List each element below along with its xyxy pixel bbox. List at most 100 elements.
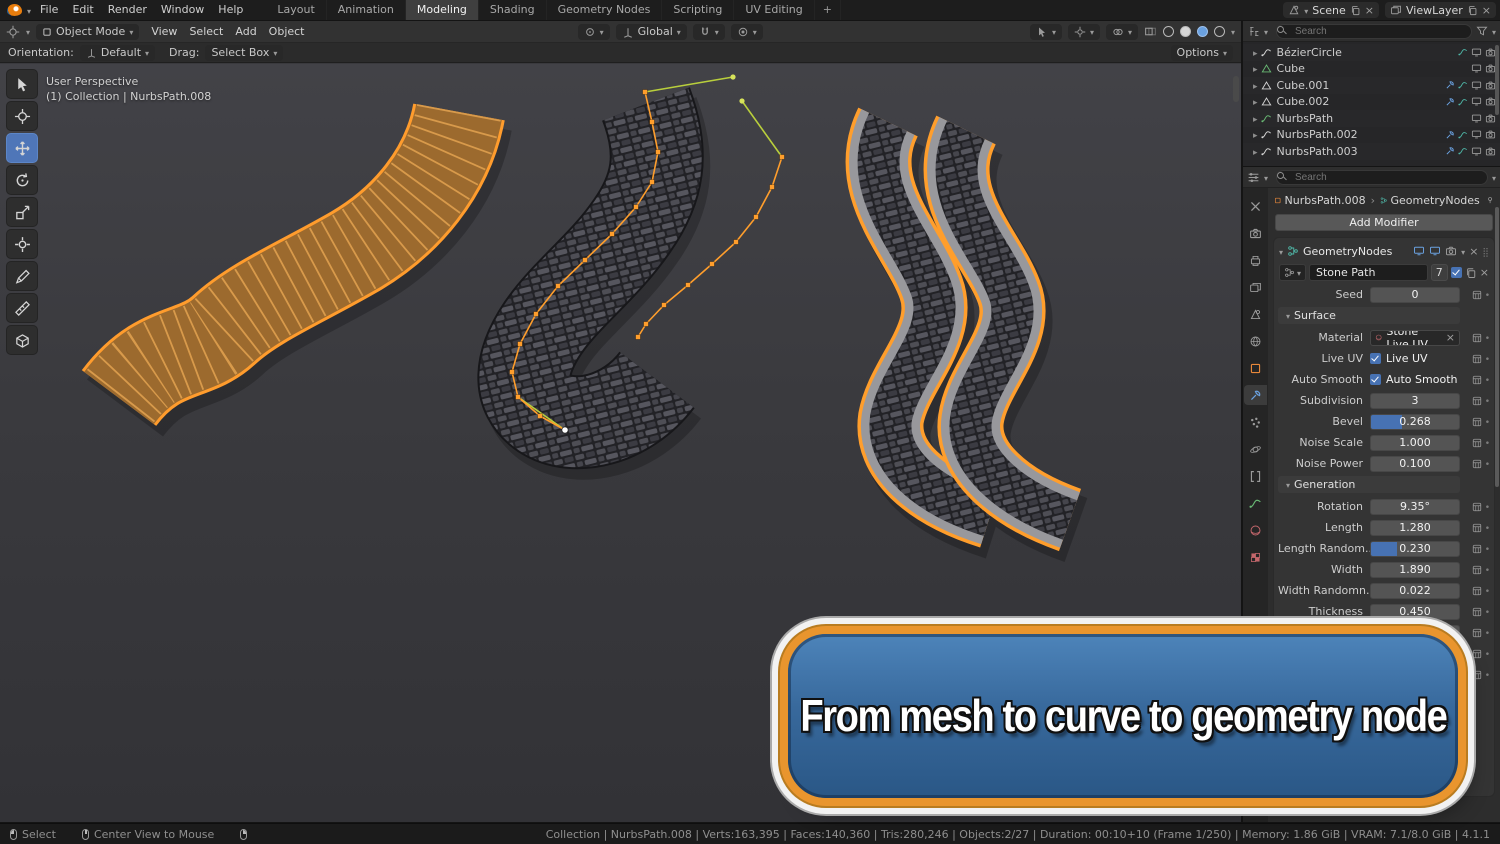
viewport-visibility-icon[interactable]	[1471, 113, 1482, 124]
object-name[interactable]: NurbsPath.002	[1277, 128, 1358, 141]
decorator-grid-icon[interactable]	[1472, 586, 1482, 596]
editor-type-icon[interactable]	[6, 25, 20, 39]
bevel-field[interactable]: 0.268	[1370, 413, 1460, 430]
tool-annotate[interactable]	[6, 261, 38, 291]
decorator-grid-icon[interactable]	[1472, 396, 1482, 406]
properties-tab-scene[interactable]	[1244, 304, 1267, 324]
pin-icon[interactable]	[1486, 194, 1494, 206]
copy-node-group-icon[interactable]	[1465, 267, 1477, 279]
decorator-dot-icon[interactable]	[1485, 668, 1490, 681]
properties-tab-world[interactable]	[1244, 331, 1267, 351]
animate-decorator[interactable]	[1460, 500, 1490, 513]
decorator-dot-icon[interactable]	[1485, 563, 1490, 576]
object-name[interactable]: NurbsPath	[1277, 112, 1334, 125]
modifier-name[interactable]: GeometryNodes	[1303, 245, 1409, 258]
transform-orientation-dropdown[interactable]: Global	[615, 23, 687, 40]
render-display-icon[interactable]	[1445, 245, 1457, 257]
decorator-grid-icon[interactable]	[1472, 417, 1482, 427]
outliner-row[interactable]: BézierCircle	[1243, 44, 1500, 61]
properties-tab-object-data[interactable]	[1244, 493, 1267, 513]
animate-decorator[interactable]	[1460, 352, 1490, 365]
animate-decorator[interactable]	[1460, 415, 1490, 428]
decorator-grid-icon[interactable]	[1472, 565, 1482, 575]
breadcrumb-modifier[interactable]: GeometryNodes	[1391, 194, 1480, 207]
decorator-grid-icon[interactable]	[1472, 459, 1482, 469]
render-visibility-icon[interactable]	[1485, 146, 1496, 157]
properties-tab-view-layer[interactable]	[1244, 277, 1267, 297]
decorator-dot-icon[interactable]	[1485, 288, 1490, 301]
expand-arrow-icon[interactable]	[1253, 62, 1258, 75]
decorator-dot-icon[interactable]	[1485, 626, 1490, 639]
decorator-dot-icon[interactable]	[1485, 647, 1490, 660]
editor-type-arrow-icon[interactable]	[26, 25, 30, 38]
app-menu-arrow-icon[interactable]	[27, 4, 31, 17]
subdivision-field[interactable]: 3	[1370, 392, 1460, 409]
render-visibility-icon[interactable]	[1485, 129, 1496, 140]
object-name[interactable]: Cube.001	[1277, 79, 1330, 92]
properties-tab-material[interactable]	[1244, 520, 1267, 540]
decorator-grid-icon[interactable]	[1472, 628, 1482, 638]
animate-decorator[interactable]	[1460, 563, 1490, 576]
decorator-grid-icon[interactable]	[1472, 544, 1482, 554]
thickness-field[interactable]: 0.450	[1370, 603, 1460, 620]
decorator-grid-icon[interactable]	[1472, 375, 1482, 385]
edit-mode-display-icon[interactable]	[1413, 245, 1425, 257]
scene-browse-arrow-icon[interactable]	[1304, 4, 1308, 17]
viewport-visibility-icon[interactable]	[1471, 146, 1482, 157]
decorator-grid-icon[interactable]	[1472, 523, 1482, 533]
tool-transform[interactable]	[6, 229, 38, 259]
decorator-grid-icon[interactable]	[1472, 354, 1482, 364]
properties-search-input[interactable]	[1276, 169, 1488, 185]
auto-smooth-checkbox[interactable]	[1370, 374, 1381, 385]
outliner-search-input[interactable]	[1276, 23, 1472, 39]
workspace-tab-geometry-nodes[interactable]: Geometry Nodes	[547, 0, 663, 20]
viewport-menu-object[interactable]: Object	[263, 25, 311, 38]
expand-arrow-icon[interactable]	[1253, 112, 1258, 125]
animate-decorator[interactable]	[1460, 373, 1490, 386]
properties-editor-icon[interactable]	[1247, 171, 1260, 184]
shading-solid-icon[interactable]	[1179, 26, 1191, 37]
properties-tab-modifiers[interactable]	[1244, 385, 1267, 405]
properties-scrollbar[interactable]	[1495, 207, 1499, 487]
material-selector[interactable]: Stone Live UV	[1370, 329, 1460, 346]
outliner-scrollbar[interactable]	[1495, 45, 1499, 115]
animate-decorator[interactable]	[1460, 542, 1490, 555]
workspace-tab-scripting[interactable]: Scripting	[662, 0, 735, 20]
region-resize-handle[interactable]	[1233, 76, 1239, 102]
decorator-dot-icon[interactable]	[1485, 394, 1490, 407]
modifier-close-icon[interactable]	[1469, 245, 1478, 258]
length-random-field[interactable]: 0.230	[1370, 540, 1460, 557]
viewport-menu-view[interactable]: View	[145, 25, 183, 38]
xray-toggle-icon[interactable]	[1144, 25, 1157, 38]
decorator-dot-icon[interactable]	[1485, 436, 1490, 449]
realtime-display-icon[interactable]	[1429, 245, 1441, 257]
viewport-visibility-icon[interactable]	[1471, 80, 1482, 91]
mode-dropdown[interactable]: Object Mode	[36, 23, 140, 40]
decorator-dot-icon[interactable]	[1485, 605, 1490, 618]
unlink-node-group-icon[interactable]	[1480, 266, 1489, 279]
animate-decorator[interactable]	[1460, 647, 1490, 660]
decorator-dot-icon[interactable]	[1485, 415, 1490, 428]
filter-icon[interactable]	[1476, 25, 1488, 37]
unlink-material-icon[interactable]	[1446, 331, 1455, 344]
section-header-generation[interactable]: Generation	[1278, 476, 1460, 493]
decorator-grid-icon[interactable]	[1472, 502, 1482, 512]
tool-scale[interactable]	[6, 197, 38, 227]
workspace-tab-modeling[interactable]: Modeling	[405, 0, 479, 20]
decorator-grid-icon[interactable]	[1472, 290, 1482, 300]
decorator-dot-icon[interactable]	[1485, 352, 1490, 365]
new-viewlayer-icon[interactable]	[1467, 5, 1478, 16]
properties-tab-physics[interactable]	[1244, 439, 1267, 459]
animate-decorator[interactable]	[1460, 605, 1490, 618]
viewlayer-name[interactable]: ViewLayer	[1406, 4, 1463, 17]
tool-orientation-dropdown[interactable]: Default	[79, 44, 156, 61]
scene-name[interactable]: Scene	[1312, 4, 1346, 17]
width-randomn-field[interactable]: 0.022	[1370, 582, 1460, 599]
decorator-dot-icon[interactable]	[1485, 331, 1490, 344]
viewport-visibility-icon[interactable]	[1471, 47, 1482, 58]
drag-dropdown[interactable]: Select Box	[205, 44, 284, 61]
modifier-drag-handle-icon[interactable]	[1482, 245, 1489, 258]
tool-add-cube[interactable]	[6, 325, 38, 355]
decorator-grid-icon[interactable]	[1472, 649, 1482, 659]
overlays-dropdown[interactable]	[1105, 23, 1138, 40]
